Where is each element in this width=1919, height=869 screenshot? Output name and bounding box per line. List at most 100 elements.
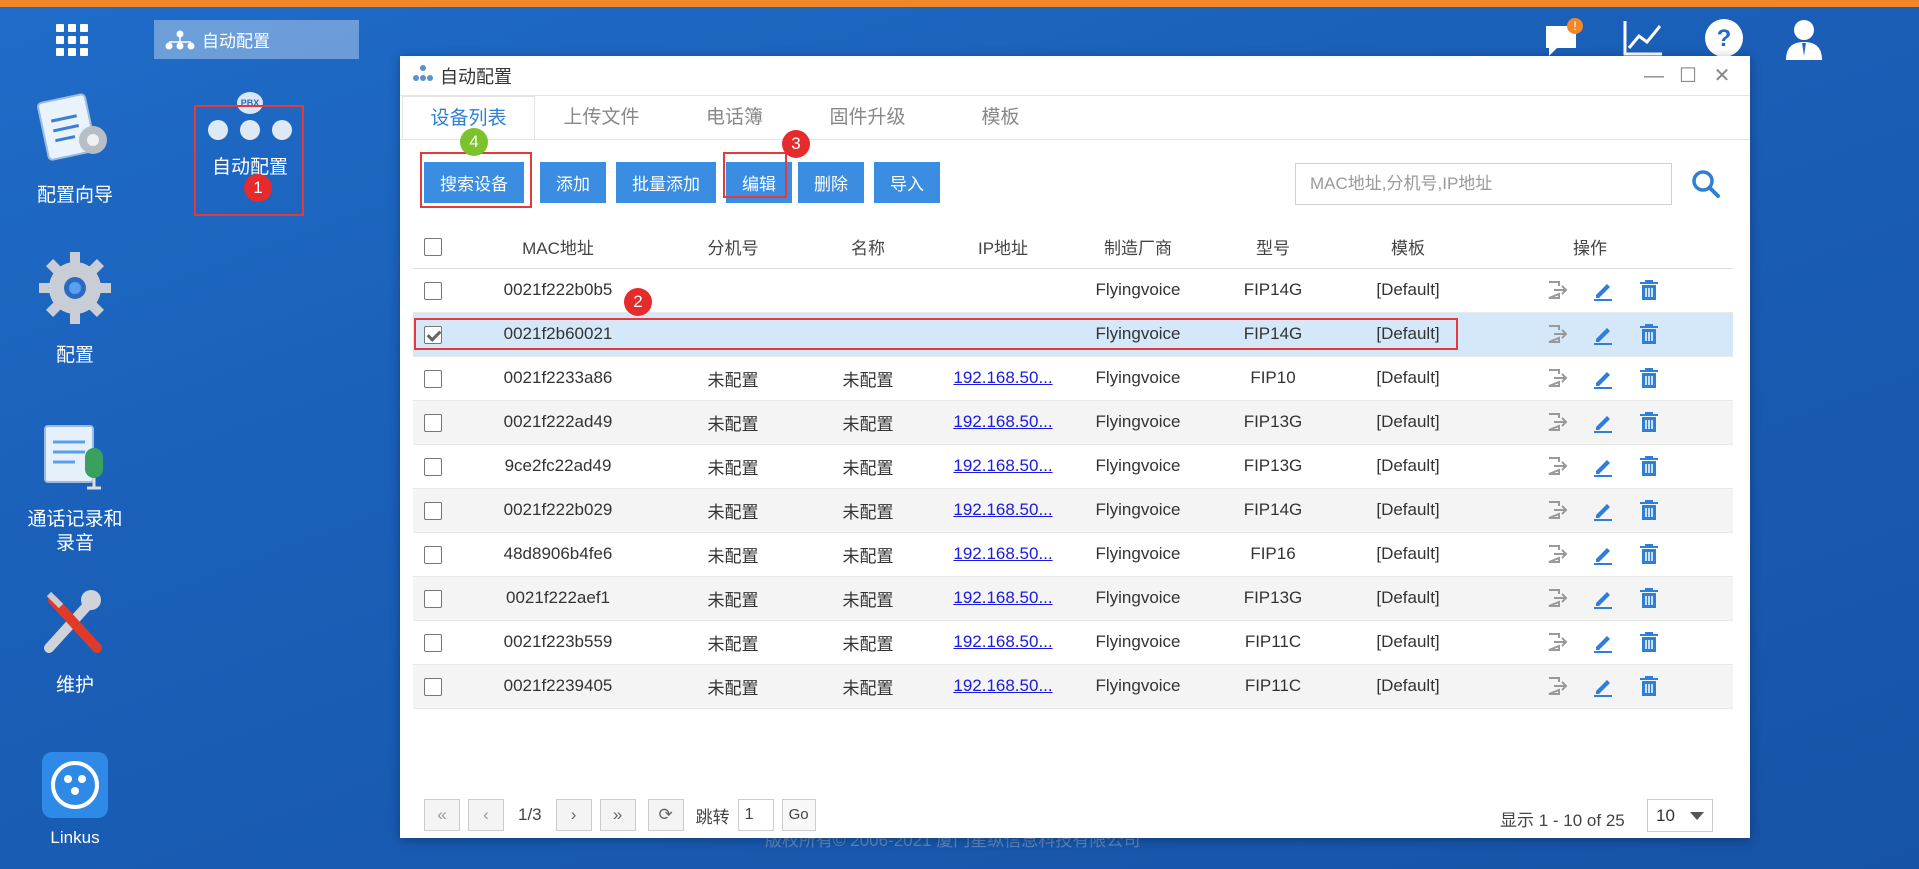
table-row[interactable]: 0021f222ad49 未配置 未配置 192.168.50... Flyin… — [413, 400, 1733, 445]
delete-icon[interactable] — [1637, 410, 1661, 434]
edit-icon[interactable] — [1591, 498, 1615, 522]
user-icon[interactable] — [1784, 18, 1824, 62]
cell-ip-link[interactable]: 192.168.50... — [953, 676, 1052, 695]
column-header-ip[interactable]: IP地址 — [933, 226, 1073, 269]
column-header-model[interactable]: 型号 — [1203, 226, 1343, 269]
prev-page-icon[interactable]: ‹ — [468, 799, 504, 831]
bulk-add-button[interactable]: 批量添加 — [616, 162, 716, 203]
tab-templates[interactable]: 模板 — [934, 96, 1067, 139]
delete-icon[interactable] — [1637, 586, 1661, 610]
page-size-select[interactable]: 10 — [1647, 799, 1713, 832]
delete-icon[interactable] — [1637, 674, 1661, 698]
cell-ip-link[interactable]: 192.168.50... — [953, 544, 1052, 563]
export-icon[interactable] — [1545, 674, 1569, 698]
table-row[interactable]: 9ce2fc22ad49 未配置 未配置 192.168.50... Flyin… — [413, 444, 1733, 489]
table-row[interactable]: 0021f2239405 未配置 未配置 192.168.50... Flyin… — [413, 664, 1733, 709]
maximize-icon[interactable]: ☐ — [1678, 66, 1698, 86]
row-checkbox[interactable] — [424, 457, 442, 476]
row-checkbox[interactable] — [424, 413, 442, 432]
cell-ip-link[interactable]: 192.168.50... — [953, 412, 1052, 431]
delete-icon[interactable] — [1637, 366, 1661, 390]
highlight-box-step2 — [414, 318, 1458, 350]
delete-icon[interactable] — [1637, 322, 1661, 346]
minimize-icon[interactable]: — — [1644, 66, 1664, 86]
last-page-icon[interactable]: » — [599, 799, 636, 831]
cell-vendor: Flyingvoice — [1073, 268, 1203, 313]
cell-ip-link[interactable]: 192.168.50... — [953, 368, 1052, 387]
app-grid-icon[interactable] — [56, 24, 88, 56]
table-row[interactable]: 0021f222aef1 未配置 未配置 192.168.50... Flyin… — [413, 576, 1733, 621]
cell-name: 未配置 — [803, 488, 933, 533]
export-icon[interactable] — [1545, 498, 1569, 522]
cell-ip-link[interactable]: 192.168.50... — [953, 500, 1052, 519]
export-icon[interactable] — [1545, 454, 1569, 478]
desktop-icon-config-wizard[interactable]: 配置向导 — [5, 88, 145, 208]
cell-ip-link[interactable]: 192.168.50... — [953, 588, 1052, 607]
cell-model: FIP11C — [1203, 620, 1343, 665]
cell-ip-link[interactable]: 192.168.50... — [953, 456, 1052, 475]
delete-icon[interactable] — [1637, 454, 1661, 478]
table-row[interactable]: 48d8906b4fe6 未配置 未配置 192.168.50... Flyin… — [413, 532, 1733, 577]
export-icon[interactable] — [1545, 410, 1569, 434]
row-checkbox[interactable] — [424, 677, 442, 696]
row-checkbox[interactable] — [424, 281, 442, 300]
go-button[interactable]: Go — [781, 799, 816, 831]
column-header-template[interactable]: 模板 — [1343, 226, 1473, 269]
column-header-vendor[interactable]: 制造厂商 — [1073, 226, 1203, 269]
edit-icon[interactable] — [1591, 454, 1615, 478]
table-row[interactable]: 0021f2233a86 未配置 未配置 192.168.50... Flyin… — [413, 356, 1733, 401]
delete-button[interactable]: 删除 — [798, 162, 864, 203]
desktop-icon-linkus[interactable]: Linkus — [5, 752, 145, 851]
table-row[interactable]: 0021f222b0b5 Flyingvoice FIP14G [Default… — [413, 268, 1733, 313]
edit-icon[interactable] — [1591, 278, 1615, 302]
edit-icon[interactable] — [1591, 674, 1615, 698]
close-icon[interactable]: ✕ — [1712, 66, 1732, 86]
delete-icon[interactable] — [1637, 630, 1661, 654]
delete-icon[interactable] — [1637, 542, 1661, 566]
table-row[interactable]: 0021f222b029 未配置 未配置 192.168.50... Flyin… — [413, 488, 1733, 533]
row-actions — [1473, 630, 1733, 654]
delete-icon[interactable] — [1637, 498, 1661, 522]
desktop-icon-cdr-recordings[interactable]: 通话记录和 录音 — [5, 420, 145, 557]
row-checkbox[interactable] — [424, 633, 442, 652]
row-checkbox[interactable] — [424, 589, 442, 608]
taskbar-tab-auto-provision[interactable]: 自动配置 — [154, 20, 359, 59]
edit-icon[interactable] — [1591, 366, 1615, 390]
column-header-name[interactable]: 名称 — [803, 226, 933, 269]
row-checkbox[interactable] — [424, 501, 442, 520]
tab-upload-files[interactable]: 上传文件 — [535, 96, 668, 139]
edit-icon[interactable] — [1591, 586, 1615, 610]
column-header-extension[interactable]: 分机号 — [663, 226, 803, 269]
tab-firmware-upgrade[interactable]: 固件升级 — [801, 96, 934, 139]
export-icon[interactable] — [1545, 366, 1569, 390]
export-icon[interactable] — [1545, 586, 1569, 610]
row-checkbox[interactable] — [424, 369, 442, 388]
add-button[interactable]: 添加 — [540, 162, 606, 203]
refresh-icon[interactable]: ⟳ — [647, 799, 684, 831]
desktop-icon-settings[interactable]: 配置 — [5, 248, 145, 368]
edit-icon[interactable] — [1591, 542, 1615, 566]
import-button[interactable]: 导入 — [874, 162, 940, 203]
export-icon[interactable] — [1545, 542, 1569, 566]
search-icon[interactable] — [1690, 168, 1722, 200]
jump-page-input[interactable]: 1 — [737, 799, 774, 831]
export-icon[interactable] — [1545, 630, 1569, 654]
column-header-mac[interactable]: MAC地址 — [453, 226, 663, 269]
edit-icon[interactable] — [1591, 322, 1615, 346]
desktop-icon-maintenance[interactable]: 维护 — [5, 586, 145, 698]
select-all-checkbox[interactable] — [424, 238, 442, 257]
window-titlebar[interactable]: 自动配置 — [400, 56, 1750, 96]
first-page-icon[interactable]: « — [424, 799, 460, 831]
export-icon[interactable] — [1545, 278, 1569, 302]
edit-icon[interactable] — [1591, 410, 1615, 434]
tab-phonebook[interactable]: 电话簿 — [668, 96, 801, 139]
row-actions — [1473, 322, 1733, 346]
export-icon[interactable] — [1545, 322, 1569, 346]
table-row[interactable]: 0021f223b559 未配置 未配置 192.168.50... Flyin… — [413, 620, 1733, 665]
search-input[interactable]: MAC地址,分机号,IP地址 — [1295, 163, 1672, 205]
delete-icon[interactable] — [1637, 278, 1661, 302]
cell-ip-link[interactable]: 192.168.50... — [953, 632, 1052, 651]
row-checkbox[interactable] — [424, 545, 442, 564]
edit-icon[interactable] — [1591, 630, 1615, 654]
next-page-icon[interactable]: › — [555, 799, 592, 831]
